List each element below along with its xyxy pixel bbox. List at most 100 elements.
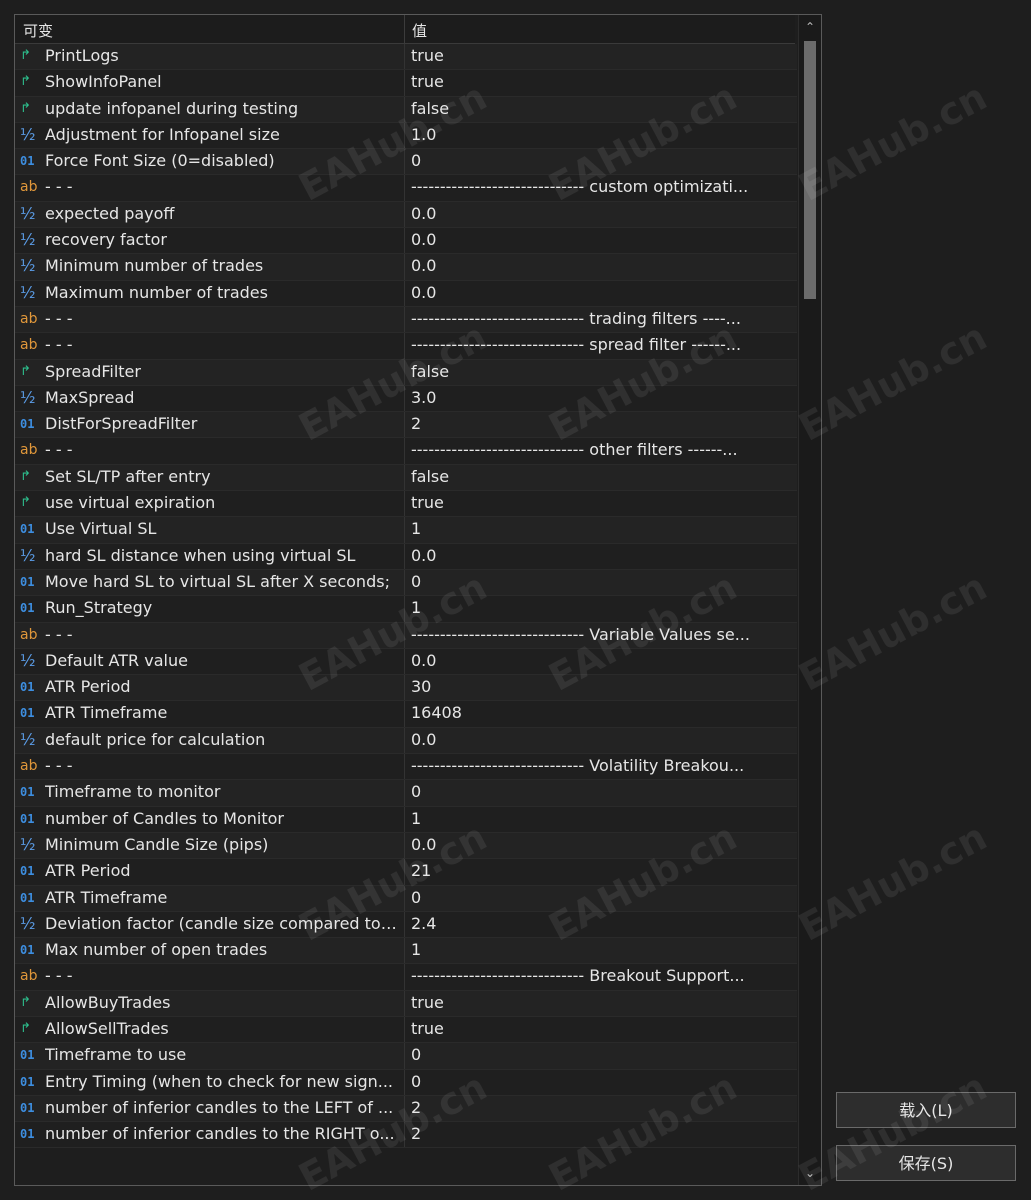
parameter-name-cell[interactable]: ½ Minimum number of trades	[15, 254, 404, 279]
parameter-row[interactable]: ½ recovery factor 0.0	[15, 228, 797, 255]
parameter-row[interactable]: ab - - - ------------------------------ ot…	[15, 438, 797, 465]
parameter-row[interactable]: ↱ AllowBuyTrades true	[15, 990, 797, 1017]
load-button[interactable]: 载入(L)	[836, 1092, 1016, 1128]
parameter-row[interactable]: ½ Minimum Candle Size (pips) 0.0	[15, 832, 798, 860]
parameter-name-cell[interactable]: 01 Run_Strategy	[15, 596, 404, 621]
parameter-value-cell[interactable]: 30	[404, 675, 798, 701]
parameter-row[interactable]: ↱ Set SL/TP after entry false	[15, 464, 797, 492]
parameter-value-cell[interactable]: ------------------------------ custom op…	[404, 175, 798, 201]
parameter-row[interactable]: 01 Move hard SL to virtual SL after X sec…	[15, 569, 798, 597]
parameter-value-cell[interactable]: ------------------------------ Volatilit…	[404, 754, 798, 780]
parameter-value-cell[interactable]: 0	[404, 885, 798, 911]
parameter-value-cell[interactable]: 0.0	[404, 832, 798, 859]
parameter-value-cell[interactable]: 1.0	[404, 122, 798, 149]
parameter-value-cell[interactable]: 0	[404, 149, 798, 175]
parameter-value-cell[interactable]: 3.0	[404, 385, 798, 412]
parameter-row[interactable]: ↱ use virtual expiration true	[15, 491, 798, 518]
parameter-value[interactable]: 0.0	[411, 204, 793, 223]
parameter-value[interactable]: 16408	[411, 703, 793, 722]
parameter-value-cell[interactable]: 2.4	[404, 911, 798, 938]
parameter-row[interactable]: ½ Adjustment for Infopanel size 1.0	[15, 122, 798, 150]
parameter-row[interactable]: ab - - - ------------------------------ Va…	[15, 622, 797, 649]
parameter-value[interactable]: 0.0	[411, 256, 793, 275]
parameter-name-cell[interactable]: ½ hard SL distance when using virtual SL	[15, 544, 404, 569]
parameter-value-cell[interactable]: 0	[404, 1069, 798, 1095]
parameter-name-cell[interactable]: 01 number of inferior candles to the RIGH…	[15, 1122, 404, 1147]
parameter-value-cell[interactable]: 2	[404, 412, 798, 438]
parameter-value[interactable]: true	[411, 72, 793, 91]
parameter-value[interactable]: 2	[411, 414, 793, 433]
parameter-name-cell[interactable]: ↱ use virtual expiration	[15, 491, 404, 516]
parameter-value-cell[interactable]: true	[404, 491, 798, 517]
parameter-value-cell[interactable]: false	[404, 359, 798, 385]
parameter-row[interactable]: ab - - - ------------------------------ sp…	[15, 333, 797, 360]
parameter-value[interactable]: true	[411, 1019, 793, 1038]
parameter-name-cell[interactable]: ½ default price for calculation	[15, 728, 404, 753]
parameter-value-cell[interactable]: true	[404, 1016, 798, 1043]
parameter-row[interactable]: ½ expected payoff 0.0	[15, 201, 797, 229]
parameter-value[interactable]: 2	[411, 1124, 793, 1143]
parameter-name-cell[interactable]: 01 ATR Period	[15, 859, 404, 884]
parameter-row[interactable]: ↱ AllowSellTrades true	[15, 1016, 798, 1044]
parameter-value-cell[interactable]: 0.0	[404, 254, 798, 280]
parameter-row[interactable]: ½ default price for calculation 0.0	[15, 727, 798, 755]
parameter-value-cell[interactable]: 0.0	[404, 280, 798, 306]
parameter-value[interactable]: 0.0	[411, 546, 793, 565]
parameter-value-cell[interactable]: 2	[404, 1122, 798, 1148]
parameter-row[interactable]: 01 ATR Timeframe 0	[15, 885, 798, 912]
parameter-value[interactable]: 0	[411, 782, 793, 801]
parameter-name-cell[interactable]: 01 Timeframe to use	[15, 1043, 404, 1068]
parameter-row[interactable]: ↱ update infopanel during testing false	[15, 96, 797, 123]
parameter-value[interactable]: 1	[411, 519, 793, 538]
parameter-row[interactable]: 01 number of inferior candles to the RIGH…	[15, 1122, 798, 1149]
scroll-up-icon[interactable]: ⌃	[799, 17, 821, 37]
parameter-row[interactable]: ↱ SpreadFilter false	[15, 359, 798, 386]
parameter-value[interactable]: 0	[411, 1072, 793, 1091]
parameter-name-cell[interactable]: 01 number of Candles to Monitor	[15, 807, 404, 832]
parameter-value[interactable]: false	[411, 467, 793, 486]
scroll-thumb[interactable]	[804, 41, 816, 299]
scroll-down-icon[interactable]: ⌄	[799, 1163, 821, 1183]
parameter-value-cell[interactable]: 0	[404, 569, 798, 596]
parameter-value-cell[interactable]: 0.0	[404, 727, 798, 754]
parameter-name-cell[interactable]: 01 number of inferior candles to the LEFT…	[15, 1096, 404, 1121]
parameter-value-cell[interactable]: 0.0	[404, 648, 798, 675]
parameter-name-cell[interactable]: 01 ATR Timeframe	[15, 701, 404, 726]
vertical-scrollbar[interactable]: ⌃ ⌄	[798, 15, 821, 1185]
parameter-name-cell[interactable]: ↱ AllowSellTrades	[15, 1017, 404, 1042]
parameter-name-cell[interactable]: ½ Default ATR value	[15, 649, 404, 674]
parameter-value-cell[interactable]: true	[404, 70, 798, 96]
parameter-value[interactable]: ------------------------------ spread fi…	[411, 335, 793, 354]
parameter-name-cell[interactable]: ab - - -	[15, 175, 404, 200]
parameter-row[interactable]: 01 Entry Timing (when to check for new si…	[15, 1069, 798, 1096]
parameter-value[interactable]: 0	[411, 572, 793, 591]
parameter-name-cell[interactable]: ½ Adjustment for Infopanel size	[15, 123, 404, 148]
parameter-value[interactable]: ------------------------------ other fil…	[411, 440, 793, 459]
parameter-name-cell[interactable]: ab - - -	[15, 307, 404, 332]
parameter-name-cell[interactable]: ↱ Set SL/TP after entry	[15, 465, 404, 490]
parameter-value[interactable]: 0	[411, 1045, 793, 1064]
parameter-row[interactable]: ↱ ShowInfoPanel true	[15, 70, 798, 97]
parameter-value[interactable]: true	[411, 993, 793, 1012]
header-value[interactable]: 值	[412, 20, 427, 41]
parameter-name-cell[interactable]: ½ MaxSpread	[15, 386, 404, 411]
parameter-name-cell[interactable]: 01 Force Font Size (0=disabled)	[15, 149, 404, 174]
parameter-row[interactable]: 01 Max number of open trades 1	[15, 938, 797, 965]
parameter-name-cell[interactable]: ↱ ShowInfoPanel	[15, 70, 404, 95]
parameter-value[interactable]: 1	[411, 940, 793, 959]
parameter-value[interactable]: 0.0	[411, 283, 793, 302]
parameter-value-cell[interactable]: 16408	[404, 701, 798, 727]
save-button[interactable]: 保存(S)	[836, 1145, 1016, 1181]
parameter-name-cell[interactable]: 01 ATR Period	[15, 675, 404, 700]
parameter-row[interactable]: ½ MaxSpread 3.0	[15, 385, 798, 413]
parameter-value[interactable]: 2	[411, 1098, 793, 1117]
parameter-name-cell[interactable]: 01 Use Virtual SL	[15, 517, 404, 542]
parameter-row[interactable]: ab - - - ------------------------------ cu…	[15, 175, 798, 202]
parameter-row[interactable]: 01 Timeframe to monitor 0	[15, 780, 797, 807]
parameter-row[interactable]: ab - - - ------------------------------ tr…	[15, 306, 797, 334]
parameter-name-cell[interactable]: ab - - -	[15, 438, 404, 463]
parameter-name-cell[interactable]: ½ Maximum number of trades	[15, 281, 404, 306]
parameter-value-cell[interactable]: 1	[404, 596, 798, 622]
parameter-row[interactable]: 01 ATR Timeframe 16408	[15, 701, 798, 728]
parameter-row[interactable]: ab - - - ------------------------------ Vo…	[15, 754, 798, 781]
